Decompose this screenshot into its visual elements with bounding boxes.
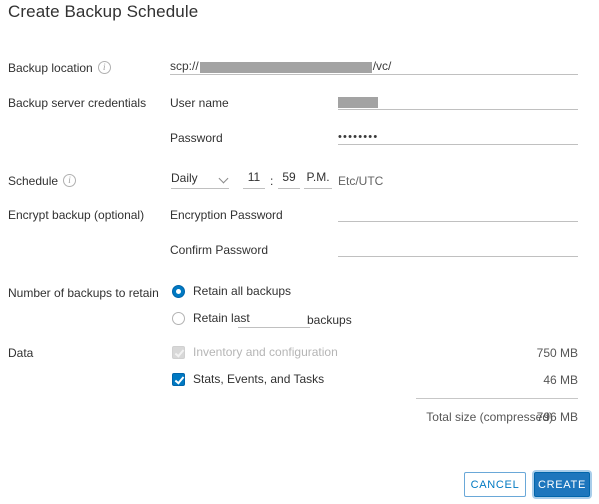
- retain-last-suffix-label: backups: [307, 313, 352, 327]
- info-circle-icon[interactable]: [97, 61, 111, 74]
- cancel-button[interactable]: CANCEL: [464, 472, 526, 497]
- backup-location-label-text: Backup location: [8, 61, 93, 75]
- create-button[interactable]: CREATE: [534, 472, 590, 497]
- schedule-label: Schedule: [8, 174, 77, 188]
- checkbox-inventory-label: Inventory and configuration: [193, 345, 338, 359]
- retain-last-count-input[interactable]: [238, 310, 310, 328]
- schedule-frequency-select[interactable]: Daily: [171, 170, 229, 189]
- password-value: ••••••••: [338, 131, 379, 143]
- schedule-minute-input[interactable]: 59: [278, 170, 300, 189]
- password-input[interactable]: ••••••••: [338, 126, 578, 145]
- data-label: Data: [8, 346, 34, 360]
- stats-size-value: 46 MB: [543, 373, 578, 387]
- user-name-label: User name: [170, 96, 229, 110]
- schedule-timezone: Etc/UTC: [338, 174, 384, 188]
- confirm-password-label: Confirm Password: [170, 243, 269, 257]
- encryption-password-label: Encryption Password: [170, 208, 283, 222]
- schedule-time-separator: :: [270, 174, 274, 188]
- backup-location-input[interactable]: scp:// /vc/: [170, 56, 578, 75]
- schedule-label-text: Schedule: [8, 174, 59, 188]
- retain-label: Number of backups to retain: [8, 286, 159, 300]
- total-size-value: 796 MB: [536, 410, 578, 424]
- total-size-label: Total size (compressed): [426, 410, 553, 424]
- radio-retain-all-label: Retain all backups: [193, 284, 292, 298]
- radio-retain-all-backups[interactable]: Retain all backups: [172, 284, 291, 298]
- user-name-redaction: [338, 97, 378, 108]
- inventory-size-value: 750 MB: [536, 346, 578, 360]
- schedule-frequency-value: Daily: [171, 171, 198, 185]
- encrypt-backup-label: Encrypt backup (optional): [8, 208, 145, 222]
- backup-server-credentials-label: Backup server credentials: [8, 96, 147, 110]
- checkbox-indicator: [172, 372, 185, 386]
- chevron-down-icon: [220, 174, 229, 183]
- encryption-password-input[interactable]: [338, 203, 578, 222]
- checkbox-stats-label: Stats, Events, and Tasks: [193, 372, 325, 386]
- checkbox-stats-events-and-tasks[interactable]: Stats, Events, and Tasks: [172, 372, 324, 386]
- backup-location-label: Backup location: [8, 61, 111, 75]
- user-name-input[interactable]: [338, 91, 578, 110]
- schedule-hour-input[interactable]: 11: [243, 170, 265, 189]
- radio-indicator: [172, 311, 185, 325]
- radio-indicator: [172, 284, 185, 298]
- checkbox-inventory-and-configuration: Inventory and configuration: [172, 345, 338, 359]
- checkbox-indicator: [172, 345, 185, 359]
- confirm-password-input[interactable]: [338, 238, 578, 257]
- backup-location-redaction: [199, 62, 372, 73]
- total-size-divider: [416, 398, 578, 399]
- backup-location-prefix: scp://: [170, 59, 199, 73]
- page-title: Create Backup Schedule: [8, 2, 199, 21]
- info-circle-icon[interactable]: [63, 174, 77, 187]
- password-label: Password: [170, 131, 223, 145]
- backup-location-suffix: /vc/: [372, 59, 392, 73]
- schedule-meridiem-select[interactable]: P.M.: [304, 170, 332, 189]
